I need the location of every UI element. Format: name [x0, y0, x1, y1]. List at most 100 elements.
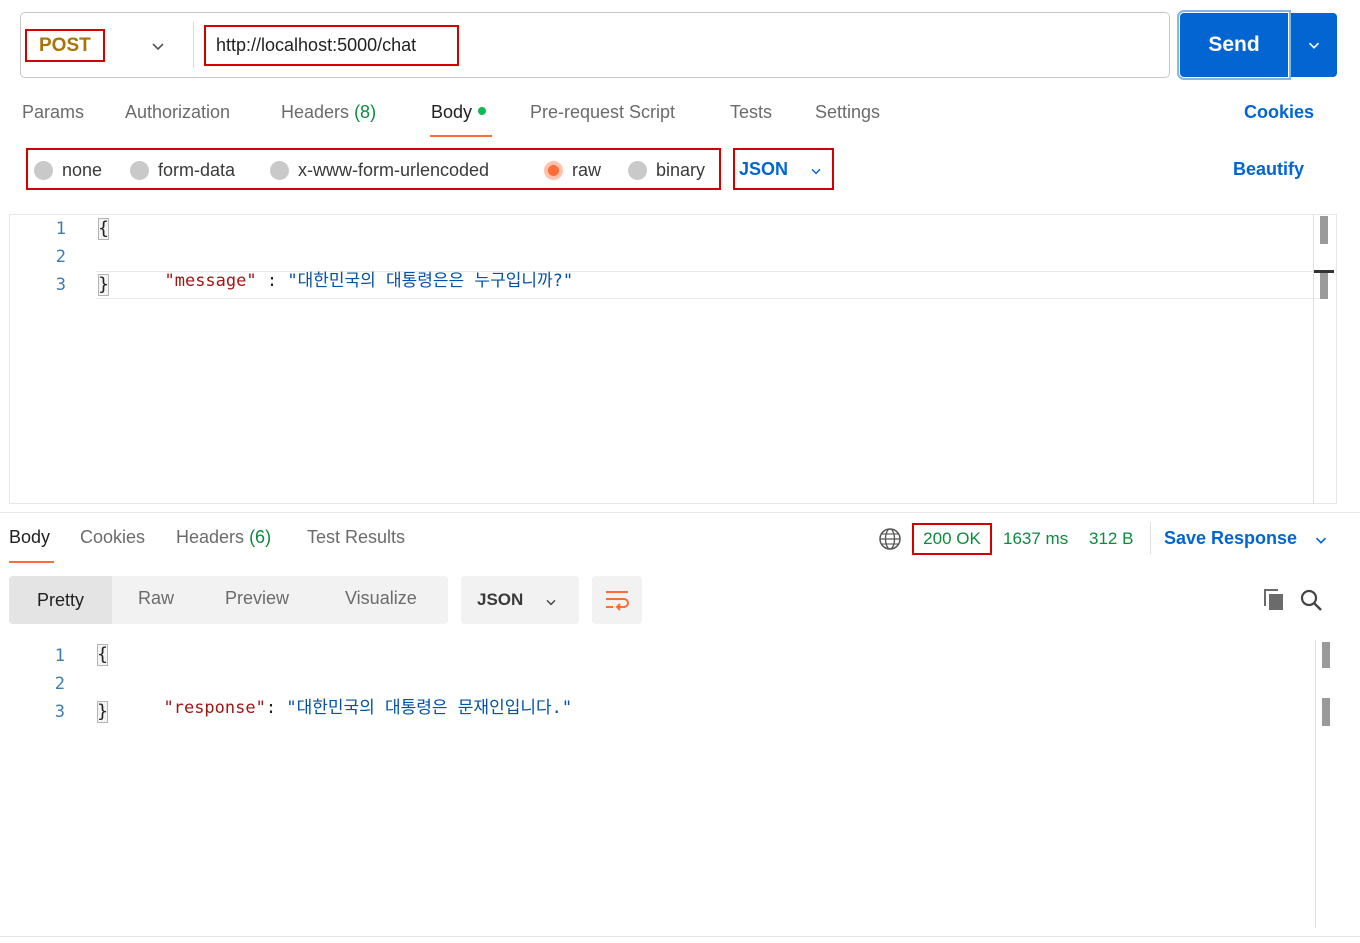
- url-input[interactable]: http://localhost:5000/chat: [204, 25, 459, 66]
- chevron-down-icon: [1308, 42, 1320, 49]
- response-format-select[interactable]: JSON: [461, 576, 579, 624]
- tab-label: Pre-request Script: [530, 102, 676, 122]
- send-button[interactable]: Send: [1177, 10, 1291, 80]
- tab-label: Test Results: [307, 527, 406, 547]
- modified-indicator: [478, 107, 487, 116]
- wrap-lines-button[interactable]: [592, 576, 642, 624]
- chevron-down-icon[interactable]: [148, 36, 168, 56]
- tab-count: (6): [249, 527, 272, 547]
- open-brace: {: [97, 644, 108, 666]
- tab-label: Headers: [176, 527, 245, 547]
- tab-label: Settings: [815, 102, 881, 122]
- close-brace: }: [98, 274, 109, 296]
- json-value: "대한민국의 대통령은은 누구입니까?": [287, 271, 574, 291]
- tab-label: Params: [22, 102, 85, 122]
- beautify-link[interactable]: Beautify: [1233, 159, 1304, 180]
- copy-icon[interactable]: [1262, 588, 1286, 612]
- divider: [1150, 522, 1151, 554]
- radio-none[interactable]: none: [34, 158, 102, 182]
- tab-headers[interactable]: Headers (8): [281, 102, 376, 128]
- method-label: POST: [39, 34, 91, 56]
- response-tab-cookies[interactable]: Cookies: [80, 527, 145, 548]
- line-number: 1: [54, 646, 65, 666]
- json-key: "response": [163, 698, 266, 718]
- send-options-button[interactable]: [1291, 13, 1337, 77]
- cookies-link[interactable]: Cookies: [1244, 102, 1314, 123]
- chevron-down-icon[interactable]: [1312, 531, 1330, 549]
- tab-label: Authorization: [125, 102, 231, 122]
- response-size[interactable]: 312 B: [1089, 529, 1133, 549]
- panel-divider: [0, 512, 1360, 513]
- radio-x-www-form-urlencoded[interactable]: x-www-form-urlencoded: [270, 158, 489, 182]
- scrollbar-thumb[interactable]: [1322, 698, 1330, 726]
- tab-label: Cookies: [80, 527, 146, 547]
- send-label: Send: [1208, 33, 1260, 56]
- json-separator: :: [256, 271, 288, 291]
- radio-circle: [130, 160, 149, 180]
- tab-label: Body: [9, 527, 51, 547]
- chevron-down-icon: [546, 599, 556, 606]
- radio-circle: [628, 160, 647, 180]
- response-format-label: JSON: [477, 590, 524, 609]
- line-number: 3: [55, 275, 66, 295]
- line-number: 2: [55, 247, 66, 267]
- response-time[interactable]: 1637 ms: [1003, 529, 1068, 549]
- json-key: "message": [164, 271, 257, 291]
- tab-pre-request-script[interactable]: Pre-request Script: [530, 102, 675, 128]
- scrollbar-thumb[interactable]: [1322, 642, 1330, 668]
- active-tab-indicator: [9, 561, 54, 563]
- line-number: 2: [54, 674, 65, 694]
- save-response-button[interactable]: Save Response: [1164, 528, 1297, 549]
- view-mode-pretty[interactable]: Pretty: [9, 576, 112, 624]
- tab-tests[interactable]: Tests: [730, 102, 772, 128]
- tab-label: Headers: [281, 102, 350, 122]
- radio-circle: [34, 160, 53, 180]
- bottom-border: [0, 936, 1360, 937]
- active-tab-indicator: [430, 135, 492, 137]
- tab-label: Body: [431, 102, 473, 122]
- scroll-track: [1313, 214, 1314, 504]
- tab-settings[interactable]: Settings: [815, 102, 880, 128]
- response-tab-test-results[interactable]: Test Results: [307, 527, 405, 548]
- body-format-select[interactable]: JSON: [733, 148, 834, 190]
- radio-label: none: [62, 159, 103, 180]
- tab-authorization[interactable]: Authorization: [125, 102, 230, 128]
- radio-binary[interactable]: binary: [628, 158, 705, 182]
- status-badge[interactable]: 200 OK: [912, 523, 992, 555]
- search-icon[interactable]: [1299, 588, 1323, 612]
- save-response-label: Save Response: [1164, 528, 1298, 548]
- radio-raw[interactable]: raw: [544, 158, 601, 182]
- scroll-track: [1315, 640, 1316, 928]
- scrollbar-thumb[interactable]: [1320, 273, 1328, 299]
- tab-count: (8): [354, 102, 377, 122]
- url-text: http://localhost:5000/chat: [216, 35, 417, 55]
- tab-params[interactable]: Params: [22, 102, 84, 128]
- radio-label: raw: [572, 159, 602, 180]
- close-brace: }: [97, 701, 108, 723]
- method-select[interactable]: POST: [25, 29, 105, 62]
- code-line: "message" : "대한민국의 대통령은은 누구입니까?": [144, 246, 573, 291]
- radio-label: binary: [656, 159, 706, 180]
- body-format-label: JSON: [739, 158, 789, 179]
- open-brace: {: [98, 218, 109, 240]
- globe-icon[interactable]: [878, 527, 902, 551]
- radio-circle-selected: [544, 160, 563, 180]
- tab-body[interactable]: Body: [431, 102, 487, 128]
- response-tab-headers[interactable]: Headers (6): [176, 527, 271, 548]
- code-line: "response": "대한민국의 대통령은 문재인입니다.": [143, 673, 572, 718]
- view-mode-preview[interactable]: Preview: [225, 588, 289, 609]
- radio-form-data[interactable]: form-data: [130, 158, 235, 182]
- status-text: 200 OK: [923, 529, 981, 548]
- view-mode-raw[interactable]: Raw: [138, 588, 174, 609]
- radio-circle: [270, 160, 289, 180]
- radio-label: x-www-form-urlencoded: [298, 159, 490, 180]
- line-number: 1: [55, 219, 66, 239]
- json-separator: :: [265, 698, 287, 718]
- scrollbar-thumb[interactable]: [1320, 216, 1328, 244]
- view-mode-label: Pretty: [36, 589, 84, 610]
- divider: [193, 22, 194, 68]
- radio-label: form-data: [158, 159, 236, 180]
- response-tab-body[interactable]: Body: [9, 527, 50, 548]
- view-mode-visualize[interactable]: Visualize: [345, 588, 417, 609]
- json-value: "대한민국의 대통령은 문재인입니다.": [286, 698, 573, 718]
